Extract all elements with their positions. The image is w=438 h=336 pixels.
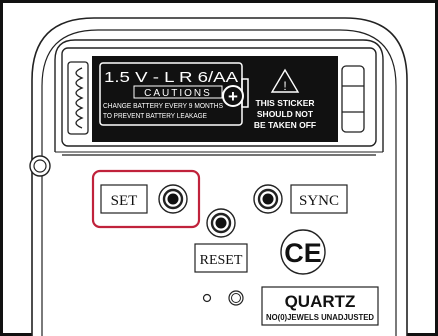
cautions-heading: CAUTIONS [144, 88, 212, 99]
sticker-line-2: SHOULD NOT [257, 109, 314, 119]
reset-button[interactable] [206, 208, 236, 238]
hanger-hole [29, 155, 51, 177]
plus-icon: + [222, 85, 244, 107]
indicator-dot-large [228, 290, 244, 306]
quartz-subtitle: NO(0)JEWELS UNADJUSTED [266, 313, 374, 322]
sync-button[interactable] [253, 184, 283, 214]
sync-label: SYNC [299, 193, 339, 209]
set-button[interactable] [158, 184, 188, 214]
battery-warning-line-2: TO PREVENT BATTERY LEAKAGE [103, 113, 207, 120]
battery-warning-line-1: CHANGE BATTERY EVERY 9 MONTHS [103, 103, 223, 110]
battery-spec: 1.5 V - L R 6/AA [104, 69, 238, 86]
reset-label: RESET [200, 253, 243, 268]
ce-mark-icon: CE [280, 229, 326, 275]
set-label: SET [111, 193, 138, 209]
sticker-line-1: THIS STICKER [255, 98, 314, 108]
svg-text:+: + [228, 87, 238, 106]
indicator-dot-small [202, 293, 212, 303]
sticker-line-3: BE TAKEN OFF [254, 120, 316, 130]
svg-text:!: ! [283, 79, 286, 93]
quartz-title: QUARTZ [285, 292, 356, 311]
svg-text:CE: CE [284, 238, 322, 268]
clock-back-panel: 1.5 V - L R 6/AA CAUTIONS CHANGE BATTERY… [0, 0, 438, 336]
